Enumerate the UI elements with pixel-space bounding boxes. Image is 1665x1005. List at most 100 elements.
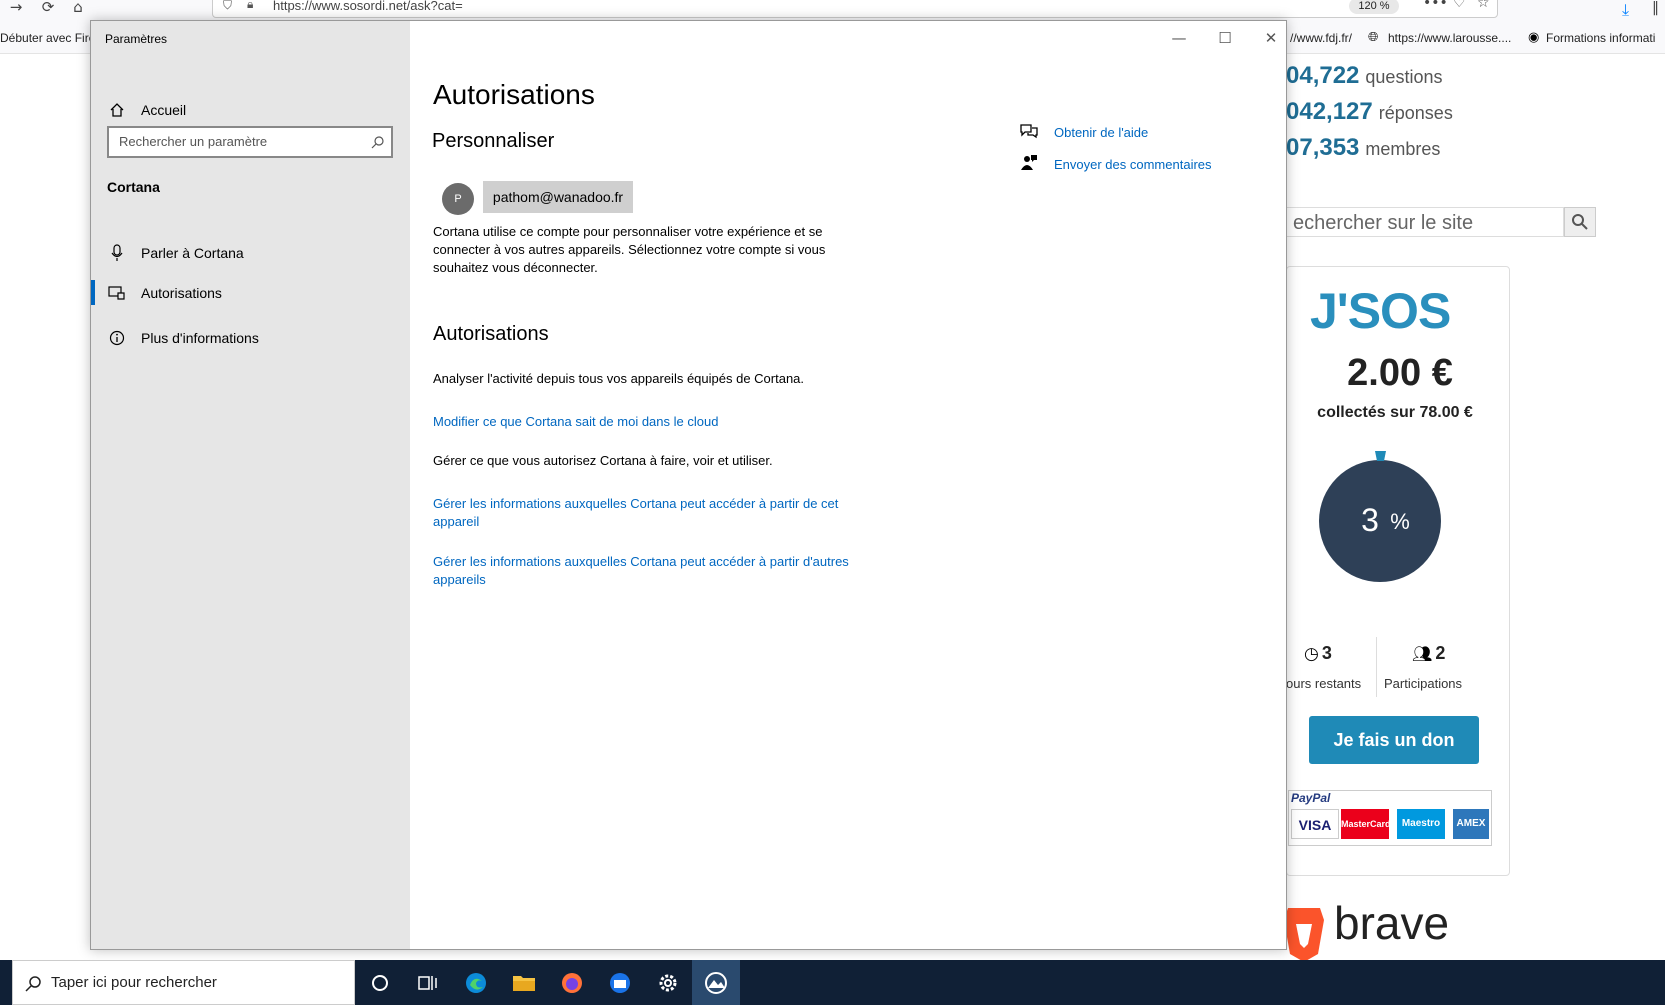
account-description: Cortana utilise ce compte pour personnal… bbox=[433, 224, 826, 275]
bookmark-item[interactable]: https://www.larousse.... bbox=[1388, 31, 1511, 45]
library-icon[interactable]: ‖ bbox=[1652, 0, 1659, 16]
participations-number: 2 bbox=[1435, 643, 1446, 663]
stat-questions: 04,722 questions bbox=[1286, 62, 1442, 90]
home-icon[interactable]: ⌂ bbox=[68, 0, 88, 16]
sidebar-item-label: Accueil bbox=[141, 102, 187, 118]
taskbar: Taper ici pour rechercher bbox=[0, 960, 1665, 1005]
help-link-label: Obtenir de l'aide bbox=[1054, 125, 1149, 140]
stat-label: membres bbox=[1365, 139, 1441, 159]
maestro-logo: Maestro bbox=[1397, 809, 1445, 839]
taskbar-search-placeholder: Taper ici pour rechercher bbox=[51, 974, 217, 991]
photos-icon[interactable] bbox=[692, 960, 740, 1005]
settings-gear-icon[interactable] bbox=[644, 960, 692, 1005]
stat-number: 07,353 bbox=[1286, 134, 1360, 161]
this-device-link[interactable]: Gérer les informations auxquelles Cortan… bbox=[433, 495, 883, 531]
settings-window: Paramètres Accueil Rechercher un paramèt… bbox=[90, 20, 1287, 950]
stat-label: réponses bbox=[1378, 103, 1453, 123]
donation-amount: 2.00 € bbox=[1347, 352, 1453, 394]
browser-toolbar: → ⟳ ⌂ ⛉ 🔒︎ https://www.sosordi.net/ask?c… bbox=[0, 0, 1665, 20]
avatar: P bbox=[442, 183, 474, 215]
gauge-percent-sign: % bbox=[1390, 509, 1410, 534]
settings-sidebar: Paramètres Accueil Rechercher un paramèt… bbox=[91, 21, 410, 949]
feedback-icon bbox=[1020, 154, 1040, 175]
microphone-icon bbox=[107, 243, 127, 263]
info-icon bbox=[107, 328, 127, 348]
get-help-link[interactable]: Obtenir de l'aide bbox=[1020, 123, 1148, 142]
close-button[interactable]: ✕ bbox=[1256, 27, 1286, 51]
edge-icon[interactable] bbox=[452, 960, 500, 1005]
lock-icon: 🔒︎ bbox=[247, 0, 254, 11]
stat-number: 04,722 bbox=[1286, 62, 1360, 89]
sidebar-item-talk-to-cortana[interactable]: Parler à Cortana bbox=[107, 238, 244, 268]
permissions-icon bbox=[107, 283, 127, 303]
search-icon bbox=[25, 976, 41, 992]
maximize-button[interactable]: ☐ bbox=[1210, 27, 1240, 51]
personalize-heading: Personnaliser bbox=[432, 130, 555, 152]
zoom-badge[interactable]: 120 % bbox=[1349, 0, 1399, 14]
window-title: Paramètres bbox=[105, 32, 168, 46]
bookmark-item[interactable]: Formations informati bbox=[1546, 31, 1655, 45]
search-icon bbox=[371, 136, 384, 149]
sidebar-item-label: Parler à Cortana bbox=[141, 245, 244, 261]
more-icon[interactable]: ••• bbox=[1423, 0, 1448, 11]
days-number: 3 bbox=[1321, 643, 1332, 663]
bookmark-item[interactable]: Débuter avec Firef bbox=[0, 31, 99, 45]
donate-button[interactable]: Je fais un don bbox=[1309, 716, 1479, 764]
sidebar-item-more-info[interactable]: Plus d'informations bbox=[107, 323, 259, 353]
sidebar-item-home[interactable]: Accueil bbox=[107, 95, 186, 125]
participations-label: Participations bbox=[1384, 676, 1463, 691]
stats-divider bbox=[1376, 637, 1377, 697]
paypal-logo: PayPal bbox=[1291, 791, 1331, 805]
stat-members: 07,353 membres bbox=[1286, 134, 1440, 162]
donation-collected: collectés sur 78.00 € bbox=[1317, 404, 1473, 421]
site-search-input[interactable]: echercher sur le site bbox=[1286, 207, 1564, 237]
users-icon: 👥︎ bbox=[1412, 644, 1433, 663]
days-remaining: ◷ 3 bbox=[1304, 643, 1332, 664]
settings-search-input[interactable]: Rechercher un paramètre bbox=[107, 126, 393, 158]
donation-gauge: 3 % bbox=[1319, 451, 1441, 582]
analyze-activity-text: Analyser l'activité depuis tous vos appa… bbox=[433, 371, 805, 386]
url-bar[interactable]: ⛉ 🔒︎ https://www.sosordi.net/ask?cat= 12… bbox=[212, 0, 1498, 18]
amex-logo: AMEX bbox=[1453, 809, 1489, 839]
other-devices-link[interactable]: Gérer les informations auxquelles Cortan… bbox=[433, 553, 883, 589]
cloud-link[interactable]: Modifier ce que Cortana sait de moi dans… bbox=[433, 413, 883, 431]
forward-icon[interactable]: → bbox=[6, 0, 26, 16]
mastercard-logo: MasterCard bbox=[1341, 809, 1391, 839]
clock-icon: ◷ bbox=[1304, 643, 1319, 664]
gauge-progress bbox=[1375, 451, 1386, 461]
search-icon bbox=[1572, 214, 1588, 230]
minimize-button[interactable]: — bbox=[1164, 27, 1194, 51]
stat-label: questions bbox=[1365, 67, 1443, 87]
sidebar-section-title: Cortana bbox=[107, 179, 160, 195]
sidebar-item-permissions[interactable]: Autorisations bbox=[107, 278, 222, 308]
brave-logo-text: brave bbox=[1334, 897, 1450, 949]
stat-answers: 042,127 réponses bbox=[1286, 98, 1453, 126]
reload-icon[interactable]: ⟳ bbox=[38, 0, 58, 16]
download-icon[interactable]: ⤓ bbox=[1622, 0, 1629, 20]
days-label: ours restants bbox=[1286, 676, 1362, 691]
gauge-circle bbox=[1319, 460, 1441, 582]
stat-number: 042,127 bbox=[1286, 98, 1373, 125]
permissions-heading: Autorisations bbox=[433, 323, 549, 345]
feedback-link-label: Envoyer des commentaires bbox=[1054, 157, 1212, 172]
site-icon: ◉ bbox=[1528, 30, 1540, 45]
bookmark-item[interactable]: //www.fdj.fr/ bbox=[1290, 31, 1352, 45]
send-feedback-link[interactable]: Envoyer des commentaires bbox=[1020, 154, 1212, 175]
site-search-button[interactable] bbox=[1564, 207, 1596, 237]
task-view-icon[interactable] bbox=[404, 960, 452, 1005]
thunderbird-icon[interactable] bbox=[596, 960, 644, 1005]
star-icon[interactable]: ☆ bbox=[1477, 0, 1490, 11]
firefox-icon[interactable] bbox=[548, 960, 596, 1005]
home-icon bbox=[107, 100, 127, 120]
search-placeholder: Rechercher un paramètre bbox=[119, 134, 268, 149]
manage-text: Gérer ce que vous autorisez Cortana à fa… bbox=[433, 453, 773, 468]
pocket-icon[interactable]: ♡ bbox=[1453, 0, 1466, 11]
shield-icon: ⛉ bbox=[223, 0, 233, 12]
cortana-icon[interactable] bbox=[356, 960, 404, 1005]
url-text: https://www.sosordi.net/ask?cat= bbox=[273, 0, 463, 13]
gauge-percent: 3 bbox=[1361, 502, 1379, 538]
visa-logo: VISA bbox=[1291, 809, 1339, 839]
account-button[interactable]: pathom@wanadoo.fr bbox=[483, 181, 633, 213]
file-explorer-icon[interactable] bbox=[500, 960, 548, 1005]
taskbar-search-box[interactable]: Taper ici pour rechercher bbox=[12, 960, 355, 1005]
